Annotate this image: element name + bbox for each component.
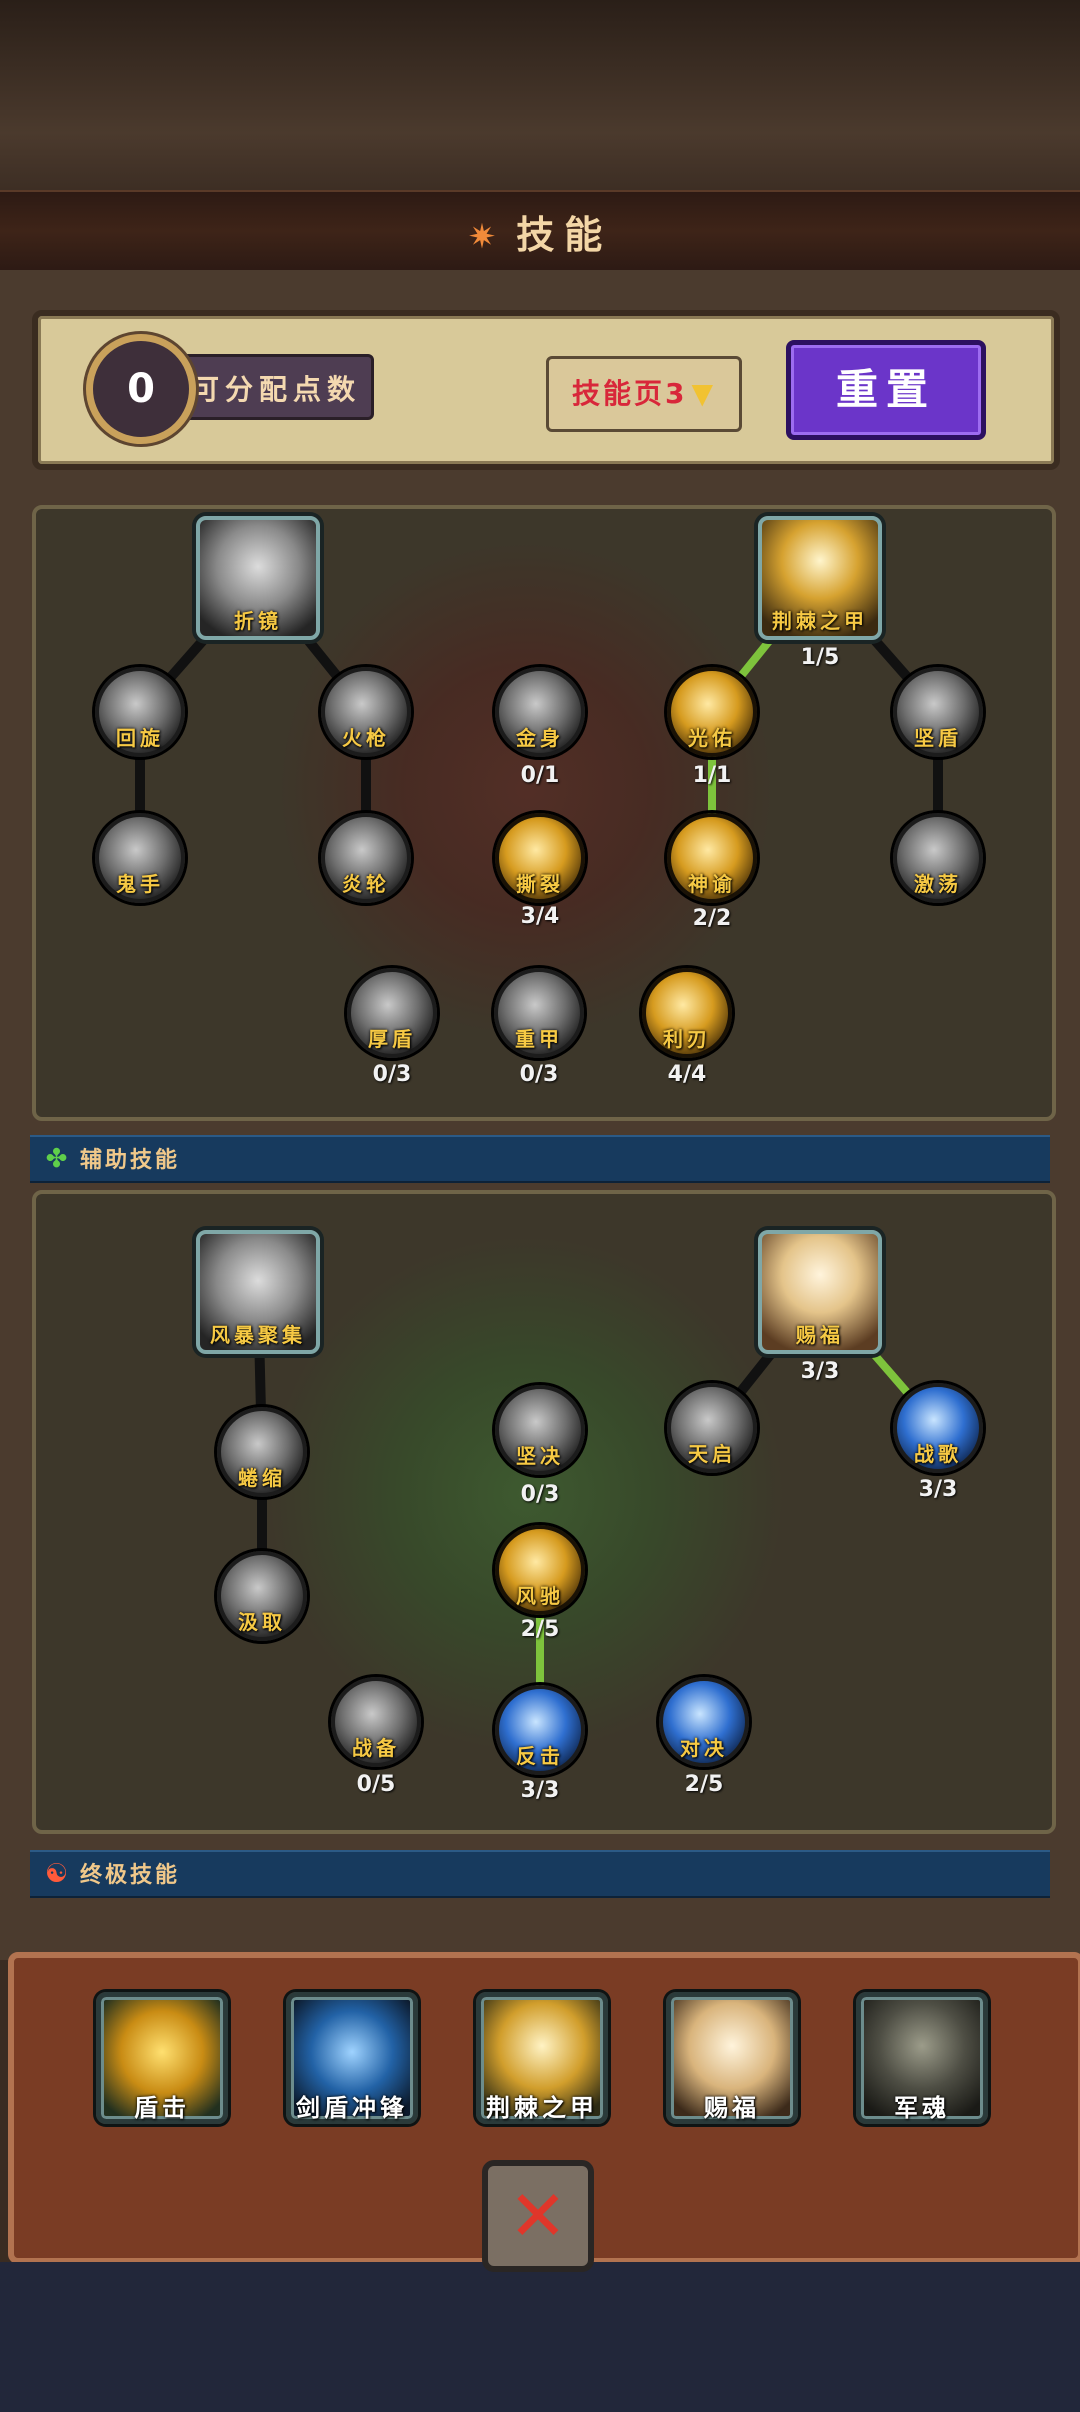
skill-jiqu[interactable]: 汲取 [217,1551,307,1641]
skill-label: 撕裂 [516,872,564,896]
skill-jingjizhijia[interactable]: 荆棘之甲 [758,516,882,640]
reset-button[interactable]: 重置 [786,340,986,440]
clover-icon: ✤ [45,1144,71,1174]
skill-count: 0/1 [520,763,560,788]
skill-shenyu[interactable]: 神谕 [667,813,757,903]
section-header-ultimate: ☯ 终极技能 [30,1850,1050,1898]
skill-cifu[interactable]: 赐福 [758,1230,882,1354]
skill-fanji[interactable]: 反击 [495,1685,585,1775]
skill-label: 对决 [680,1736,728,1760]
skill-label: 炎轮 [342,872,390,896]
section-support-label: 辅助技能 [80,1148,181,1173]
skill-label: 激荡 [914,872,962,896]
skill-zhejing[interactable]: 折镜 [196,516,320,640]
skill-fengbaojuji[interactable]: 风暴聚集 [196,1230,320,1354]
skill-count: 0/5 [356,1772,396,1797]
skill-label: 重甲 [515,1027,563,1051]
skill-huoqiang[interactable]: 火枪 [321,667,411,757]
skill-zhanbei[interactable]: 战备 [331,1677,421,1767]
skill-guangyou[interactable]: 光佑 [667,667,757,757]
skill-jiandun[interactable]: 坚盾 [893,667,983,757]
skill-zhongjia[interactable]: 重甲 [494,968,584,1058]
points-value: 0 [86,334,196,444]
ultimate-label: 军魂 [894,2094,950,2122]
skill-silie[interactable]: 撕裂 [495,813,585,903]
ultimate-jingjizhijia[interactable]: 荆棘之甲 [476,1992,608,2124]
ultimate-dunji[interactable]: 盾击 [96,1992,228,2124]
skill-jidang[interactable]: 激荡 [893,813,983,903]
skill-label: 金身 [516,726,564,750]
skill-count: 0/3 [372,1062,412,1087]
top-backdrop [0,0,1080,190]
skill-label: 折镜 [234,609,282,633]
skill-label: 神谕 [688,872,736,896]
skill-duijue[interactable]: 对决 [659,1677,749,1767]
skill-label: 战歌 [914,1442,962,1466]
skill-label: 荆棘之甲 [772,609,868,633]
skill-page-label: 技能页3 [571,377,688,410]
skill-label: 坚盾 [914,726,962,750]
yin-yang-icon: ☯ [44,1859,72,1889]
page-title-text: 技能 [516,213,613,257]
ultimate-junhun[interactable]: 军魂 [856,1992,988,2124]
skill-houdun[interactable]: 厚盾 [347,968,437,1058]
skill-yanlun[interactable]: 炎轮 [321,813,411,903]
section-ultimate-label: 终极技能 [80,1863,181,1888]
ultimate-jiandunchongfeng[interactable]: 剑盾冲锋 [286,1992,418,2124]
skill-count: 3/3 [520,1778,560,1803]
skill-quansuo[interactable]: 蜷缩 [217,1407,307,1497]
skill-label: 天启 [688,1442,736,1466]
footer-area [0,2262,1080,2412]
skill-count: 2/5 [684,1772,724,1797]
skill-count: 3/3 [800,1359,840,1384]
skill-count: 3/4 [520,904,560,929]
skill-jianjue[interactable]: 坚决 [495,1385,585,1475]
ultimate-label: 盾击 [134,2094,190,2122]
skill-label: 蜷缩 [238,1466,286,1490]
skill-count: 2/5 [520,1617,560,1642]
skill-label: 战备 [352,1736,400,1760]
skill-guishou[interactable]: 鬼手 [95,813,185,903]
skill-label: 反击 [516,1744,564,1768]
skill-label: 坚决 [516,1444,564,1468]
sun-icon: ✷ [467,217,507,257]
skill-label: 风暴聚集 [210,1323,306,1347]
skill-label: 光佑 [688,726,736,750]
skill-count: 2/2 [692,906,732,931]
chevron-down-icon: ▼ [691,377,717,410]
skill-label: 赐福 [796,1323,844,1347]
skill-zhange[interactable]: 战歌 [893,1383,983,1473]
skill-tianqi[interactable]: 天启 [667,1383,757,1473]
skill-count: 4/4 [667,1062,707,1087]
red-emblem-decoration [276,539,776,1039]
skill-label: 风驰 [516,1584,564,1608]
section-header-support: ✤ 辅助技能 [30,1135,1050,1183]
skill-count: 3/3 [918,1477,958,1502]
page-title: ✷ 技能 [0,204,1080,259]
ultimate-label: 荆棘之甲 [486,2094,598,2122]
skill-label: 利刃 [663,1027,711,1051]
skill-label: 汲取 [238,1610,286,1634]
skill-label: 火枪 [342,726,390,750]
close-button[interactable]: ✕ [482,2160,594,2272]
ultimate-label: 剑盾冲锋 [296,2094,408,2122]
skill-count: 1/1 [692,763,732,788]
skill-liren[interactable]: 利刃 [642,968,732,1058]
title-bar: ✷ 技能 [0,190,1080,272]
skill-count: 1/5 [800,645,840,670]
skill-fengchi[interactable]: 风驰 [495,1525,585,1615]
skill-count: 0/3 [519,1062,559,1087]
skill-label: 回旋 [116,726,164,750]
skill-jinshen[interactable]: 金身 [495,667,585,757]
skill-huixuan[interactable]: 回旋 [95,667,185,757]
skill-label: 鬼手 [116,872,164,896]
skill-label: 厚盾 [368,1027,416,1051]
skill-header-panel: 0 可分配点数 技能页3 ▼ 重置 [32,310,1060,470]
ultimate-cifu[interactable]: 赐福 [666,1992,798,2124]
close-icon: ✕ [508,2175,568,2257]
skill-page-dropdown[interactable]: 技能页3 ▼ [546,356,742,432]
ultimate-label: 赐福 [704,2094,760,2122]
skill-count: 0/3 [520,1482,560,1507]
